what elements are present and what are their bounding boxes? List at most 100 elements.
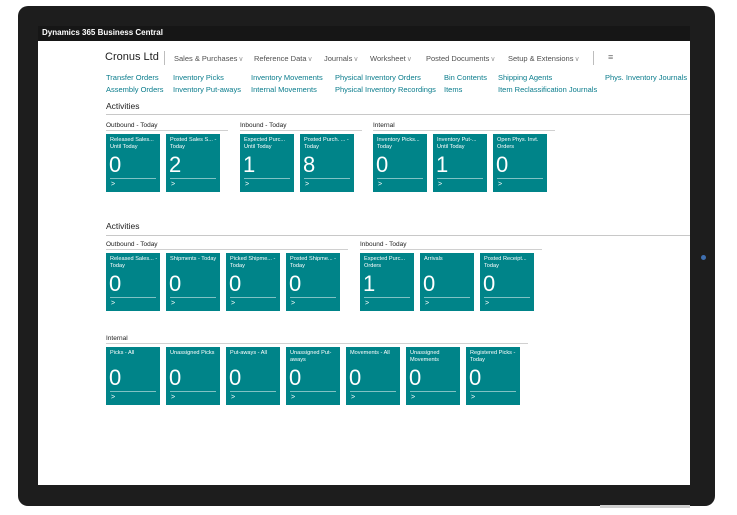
tile-divider: [110, 391, 156, 392]
group-divider: [106, 249, 348, 250]
chevron-right-icon: >: [231, 394, 236, 401]
tile-divider: [470, 391, 516, 392]
tile-posted-shipments-today[interactable]: Posted Shipme... - Today 0 >: [286, 253, 340, 311]
tile-picked-shipments-today[interactable]: Picked Shipme... - Today 0 >: [226, 253, 280, 311]
tile-value: 0: [289, 271, 302, 296]
tablet-stand: [600, 505, 690, 508]
chevron-down-icon: ∨: [490, 56, 496, 63]
link-shipping-agents[interactable]: Shipping Agents: [498, 73, 552, 82]
tile-unassigned-picks[interactable]: Unassigned Picks 0 >: [166, 347, 220, 405]
tablet-camera: [701, 255, 706, 260]
activities-title: Activities: [106, 101, 140, 111]
tile-divider: [437, 178, 483, 179]
tile-label: Expected Purc... Until Today: [244, 137, 286, 150]
tile-expected-purchase-until-today[interactable]: Expected Purc... Until Today 1 >: [240, 134, 294, 192]
tile-put-aways-all[interactable]: Put-aways - All 0 >: [226, 347, 280, 405]
tile-unassigned-movements[interactable]: Unassigned Movements 0 >: [406, 347, 460, 405]
link-inventory-picks[interactable]: Inventory Picks: [173, 73, 224, 82]
tile-unassigned-put-aways[interactable]: Unassigned Put-aways 0 >: [286, 347, 340, 405]
tile-label: Released Sales... Until Today: [110, 137, 154, 150]
tile-posted-receipts-today[interactable]: Posted Receipt... Today 0 >: [480, 253, 534, 311]
tile-inventory-picks-today[interactable]: Inventory Picks... Today 0 >: [373, 134, 427, 192]
tile-open-phys-invt-orders[interactable]: Open Phys. Invt. Orders 0 >: [493, 134, 547, 192]
tile-divider: [170, 297, 216, 298]
tile-label: Unassigned Movements: [410, 350, 440, 363]
tile-label: Inventory Put-... Until Today: [437, 137, 477, 150]
link-transfer-orders[interactable]: Transfer Orders: [106, 73, 159, 82]
company-name[interactable]: Cronus Ltd: [105, 51, 159, 63]
chevron-down-icon: ∨: [307, 56, 313, 63]
link-bin-contents[interactable]: Bin Contents: [444, 73, 487, 82]
link-phys-inventory-journals[interactable]: Phys. Inventory Journals: [605, 73, 687, 82]
menu-sales-purchases[interactable]: Sales & Purchases∨: [174, 54, 244, 63]
chevron-right-icon: >: [425, 300, 430, 307]
link-item-reclassification-journals[interactable]: Item Reclassification Journals: [498, 85, 597, 94]
menu-setup-extensions[interactable]: Setup & Extensions∨: [508, 54, 580, 63]
chevron-right-icon: >: [111, 300, 116, 307]
tile-expected-purchase-orders[interactable]: Expected Purc... Orders 1 >: [360, 253, 414, 311]
tile-divider: [290, 391, 336, 392]
chevron-right-icon: >: [305, 181, 310, 188]
menu-reference-data[interactable]: Reference Data∨: [254, 54, 313, 63]
tile-value: 0: [376, 152, 389, 177]
menu-worksheet[interactable]: Worksheet∨: [370, 54, 412, 63]
chevron-down-icon: ∨: [238, 56, 244, 63]
tile-released-sales-today[interactable]: Released Sales... - Today 0 >: [106, 253, 160, 311]
tile-label: Posted Sales S... - Today: [170, 137, 217, 150]
chevron-right-icon: >: [171, 181, 176, 188]
link-assembly-orders[interactable]: Assembly Orders: [106, 85, 164, 94]
link-inventory-put-aways[interactable]: Inventory Put-aways: [173, 85, 241, 94]
chevron-right-icon: >: [485, 300, 490, 307]
tile-arrivals[interactable]: Arrivals 0 >: [420, 253, 474, 311]
tile-label: Arrivals: [424, 256, 443, 262]
chevron-right-icon: >: [498, 181, 503, 188]
tile-divider: [424, 297, 470, 298]
tile-inventory-put-aways-until-today[interactable]: Inventory Put-... Until Today 1 >: [433, 134, 487, 192]
tile-label: Picks - All: [110, 350, 135, 356]
tile-label: Registered Picks - Today: [470, 350, 516, 363]
tile-released-sales-until-today[interactable]: Released Sales... Until Today 0 >: [106, 134, 160, 192]
tile-label: Unassigned Put-aways: [290, 350, 332, 363]
tile-value: 2: [169, 152, 182, 177]
group-title-inbound: Inbound - Today: [360, 241, 407, 248]
group-title-outbound: Outbound - Today: [106, 122, 158, 129]
link-physical-inventory-orders[interactable]: Physical Inventory Orders: [335, 73, 421, 82]
link-internal-movements[interactable]: Internal Movements: [251, 85, 317, 94]
chevron-down-icon: ∨: [406, 56, 412, 63]
tile-posted-purchase-today[interactable]: Posted Purch. ... - Today 8 >: [300, 134, 354, 192]
tile-value: 0: [109, 365, 122, 390]
tile-divider: [377, 178, 423, 179]
chevron-down-icon: ∨: [574, 56, 580, 63]
tile-shipments-today[interactable]: Shipments - Today 0 >: [166, 253, 220, 311]
tile-label: Released Sales... - Today: [110, 256, 158, 269]
tile-posted-sales-shipments-today[interactable]: Posted Sales S... - Today 2 >: [166, 134, 220, 192]
app-title: Dynamics 365 Business Central: [42, 28, 163, 37]
nav-divider: [593, 51, 594, 65]
section-divider: [106, 235, 690, 236]
link-inventory-movements[interactable]: Inventory Movements: [251, 73, 323, 82]
top-navigation: Cronus Ltd Sales & Purchases∨ Reference …: [38, 41, 690, 65]
tile-movements-all[interactable]: Movements - All 0 >: [346, 347, 400, 405]
more-menu-icon[interactable]: ≡: [608, 52, 613, 62]
tile-value: 0: [496, 152, 509, 177]
menu-posted-documents[interactable]: Posted Documents∨: [426, 54, 496, 63]
tile-divider: [304, 178, 350, 179]
tile-label: Picked Shipme... - Today: [230, 256, 276, 269]
tile-label: Movements - All: [350, 350, 390, 356]
menu-journals[interactable]: Journals∨: [324, 54, 358, 63]
chevron-right-icon: >: [111, 394, 116, 401]
tile-value: 0: [109, 152, 122, 177]
tile-picks-all[interactable]: Picks - All 0 >: [106, 347, 160, 405]
group-divider: [373, 130, 555, 131]
tile-label: Posted Receipt... Today: [484, 256, 527, 269]
tile-value: 0: [229, 271, 242, 296]
chevron-right-icon: >: [351, 394, 356, 401]
tile-registered-picks-today[interactable]: Registered Picks - Today 0 >: [466, 347, 520, 405]
tile-value: 0: [169, 365, 182, 390]
tile-divider: [230, 391, 276, 392]
link-physical-inventory-recordings[interactable]: Physical Inventory Recordings: [335, 85, 436, 94]
link-items[interactable]: Items: [444, 85, 462, 94]
tile-divider: [350, 391, 396, 392]
tile-value: 1: [243, 152, 256, 177]
chevron-right-icon: >: [471, 394, 476, 401]
